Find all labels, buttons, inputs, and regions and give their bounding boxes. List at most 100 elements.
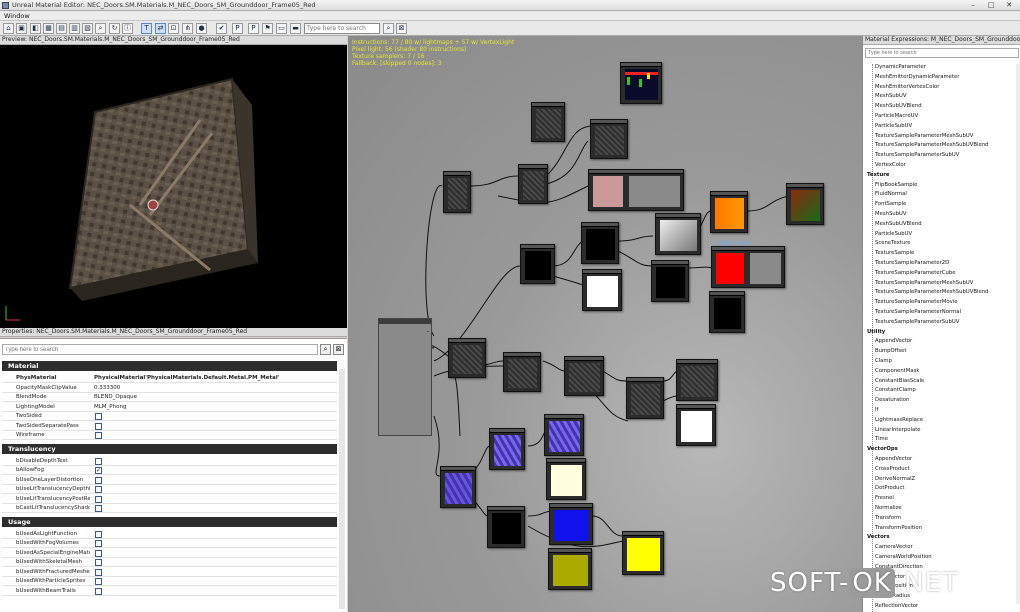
property-value[interactable]: PhysicalMaterial'PhysicalMaterials.Defau… bbox=[94, 374, 279, 383]
expression-node[interactable] bbox=[655, 213, 701, 255]
menu-window[interactable]: Window bbox=[4, 12, 30, 20]
flag-icon[interactable]: ⚑ bbox=[262, 23, 273, 34]
expression-item[interactable]: ComponentMask bbox=[875, 368, 919, 375]
expression-item[interactable]: CrossProduct bbox=[875, 466, 910, 473]
clear-icon[interactable]: ⊠ bbox=[396, 23, 407, 34]
search-icon[interactable]: ⌕ bbox=[320, 344, 331, 355]
expression-item[interactable]: ReflectionVector bbox=[875, 603, 918, 610]
expression-item[interactable]: TextureSampleParameterMeshSubUV bbox=[875, 280, 973, 287]
expression-category[interactable]: Utility bbox=[867, 329, 885, 336]
expression-item[interactable]: ParticleSubUV bbox=[875, 123, 912, 130]
grid-icon[interactable]: ▤ bbox=[56, 23, 67, 34]
expression-item[interactable]: ParticleSubUV bbox=[875, 231, 912, 238]
expression-item[interactable]: ParticleMacroUV bbox=[875, 113, 918, 120]
expression-node[interactable] bbox=[549, 503, 593, 545]
expression-node[interactable] bbox=[676, 359, 718, 401]
expression-item[interactable]: TextureSampleParameterMeshSubUV bbox=[875, 133, 973, 140]
expression-item[interactable]: FluidNormal bbox=[875, 191, 907, 198]
fit-icon[interactable]: ▣ bbox=[16, 23, 27, 34]
expression-item[interactable]: ConstantBiasScale bbox=[875, 378, 924, 385]
panel-icon[interactable]: ▬ bbox=[290, 23, 301, 34]
grid-icon[interactable]: ▦ bbox=[43, 23, 54, 34]
properties-section-header[interactable]: Usage bbox=[2, 516, 337, 527]
search-icon[interactable]: ⌕ bbox=[95, 23, 106, 34]
minimize-icon[interactable]: – bbox=[966, 1, 980, 10]
parameter-icon[interactable]: P bbox=[248, 23, 259, 34]
parameter-icon[interactable]: P bbox=[232, 23, 243, 34]
expression-item[interactable]: LightmassReplace bbox=[875, 417, 923, 424]
property-checkbox[interactable] bbox=[95, 505, 102, 512]
cube-icon[interactable]: ◧ bbox=[30, 23, 41, 34]
material-output-node[interactable]: • bbox=[378, 318, 432, 436]
expression-item[interactable]: TextureSampleParameterSubUV bbox=[875, 152, 959, 159]
expression-item[interactable]: AppendVector bbox=[875, 338, 912, 345]
expression-node[interactable] bbox=[676, 404, 716, 446]
expression-node[interactable] bbox=[503, 352, 541, 392]
expression-node[interactable] bbox=[626, 377, 664, 419]
info-icon[interactable]: ⓘ bbox=[122, 23, 133, 34]
expression-node[interactable] bbox=[651, 260, 689, 302]
expression-item[interactable]: TextureSampleParameterNormal bbox=[875, 309, 961, 316]
expression-node[interactable] bbox=[448, 338, 486, 378]
light-color-node[interactable] bbox=[711, 246, 785, 288]
expression-item[interactable]: MeshSubUVBlend bbox=[875, 103, 922, 110]
expression-item[interactable]: TextureSampleParameterMovie bbox=[875, 299, 957, 306]
search-icon[interactable]: ⌕ bbox=[383, 23, 394, 34]
property-checkbox[interactable] bbox=[95, 476, 102, 484]
expression-item[interactable]: Transform bbox=[875, 515, 901, 522]
expression-item[interactable]: DeriveNormalZ bbox=[875, 476, 915, 483]
property-checkbox[interactable] bbox=[95, 486, 102, 493]
clear-icon[interactable]: ⊠ bbox=[333, 344, 344, 355]
layout-icon[interactable]: ▧ bbox=[82, 23, 93, 34]
expression-item[interactable]: If bbox=[875, 407, 878, 414]
property-value[interactable]: BLEND_Opaque bbox=[94, 393, 137, 402]
expression-item[interactable]: DynamicParameter bbox=[875, 64, 926, 71]
text-icon[interactable]: T bbox=[141, 23, 152, 34]
expression-item[interactable]: SceneTexture bbox=[875, 240, 911, 247]
expression-node[interactable] bbox=[487, 506, 525, 548]
property-checkbox[interactable] bbox=[95, 549, 102, 557]
maximize-icon[interactable]: □ bbox=[984, 1, 998, 10]
expression-node[interactable] bbox=[620, 62, 662, 104]
property-checkbox[interactable] bbox=[95, 578, 102, 585]
property-checkbox[interactable] bbox=[95, 422, 102, 430]
expression-node[interactable] bbox=[546, 458, 586, 500]
material-graph-canvas[interactable]: Instructions: 77 / 80 w/ lightmaps + 57 … bbox=[348, 36, 862, 612]
expression-item[interactable]: LinearInterpolate bbox=[875, 427, 921, 434]
expression-item[interactable]: TextureSampleParameter2D bbox=[875, 260, 949, 267]
property-checkbox[interactable] bbox=[95, 540, 102, 547]
expression-node[interactable] bbox=[489, 428, 525, 470]
property-checkbox[interactable] bbox=[95, 495, 102, 503]
home-icon[interactable]: ⌂ bbox=[3, 23, 14, 34]
expression-item[interactable]: Normalize bbox=[875, 505, 902, 512]
expression-node[interactable] bbox=[582, 269, 622, 311]
properties-scrollbar[interactable] bbox=[339, 369, 345, 609]
tree-icon[interactable]: ⋔ bbox=[182, 23, 193, 34]
expression-node[interactable] bbox=[531, 102, 565, 142]
expression-item[interactable]: AppendVector bbox=[875, 456, 912, 463]
expression-item[interactable]: DotProduct bbox=[875, 485, 905, 492]
expression-item[interactable]: FlipBookSample bbox=[875, 182, 917, 189]
expression-item[interactable]: BumpOffset bbox=[875, 348, 906, 355]
expression-item[interactable]: MeshSubUV bbox=[875, 211, 907, 218]
expression-category[interactable]: Texture bbox=[867, 172, 889, 179]
expression-node[interactable] bbox=[581, 222, 619, 264]
expression-node[interactable] bbox=[518, 164, 548, 204]
expression-node[interactable] bbox=[709, 291, 745, 333]
expression-node[interactable] bbox=[622, 531, 664, 575]
properties-search-input[interactable] bbox=[2, 344, 318, 355]
expression-item[interactable]: Time bbox=[875, 436, 888, 443]
apply-check-icon[interactable]: ✔ bbox=[216, 23, 227, 34]
expression-item[interactable]: TextureSampleParameterMeshSubUVBlend bbox=[875, 142, 988, 149]
node-icon[interactable]: ⊡ bbox=[168, 23, 179, 34]
expression-item[interactable]: CameraVector bbox=[875, 544, 913, 551]
property-value[interactable]: MLM_Phong bbox=[94, 403, 126, 412]
refresh-icon[interactable]: ↻ bbox=[109, 23, 120, 34]
expression-item[interactable]: Clamp bbox=[875, 358, 892, 365]
expression-item[interactable]: TextureSampleParameterMeshSubUVBlend bbox=[875, 289, 988, 296]
expression-item[interactable]: Fresnel bbox=[875, 495, 894, 502]
expression-node[interactable] bbox=[440, 466, 476, 508]
grid-icon[interactable]: ▥ bbox=[69, 23, 80, 34]
sphere-icon[interactable]: ● bbox=[196, 23, 207, 34]
expression-node[interactable] bbox=[710, 191, 748, 233]
